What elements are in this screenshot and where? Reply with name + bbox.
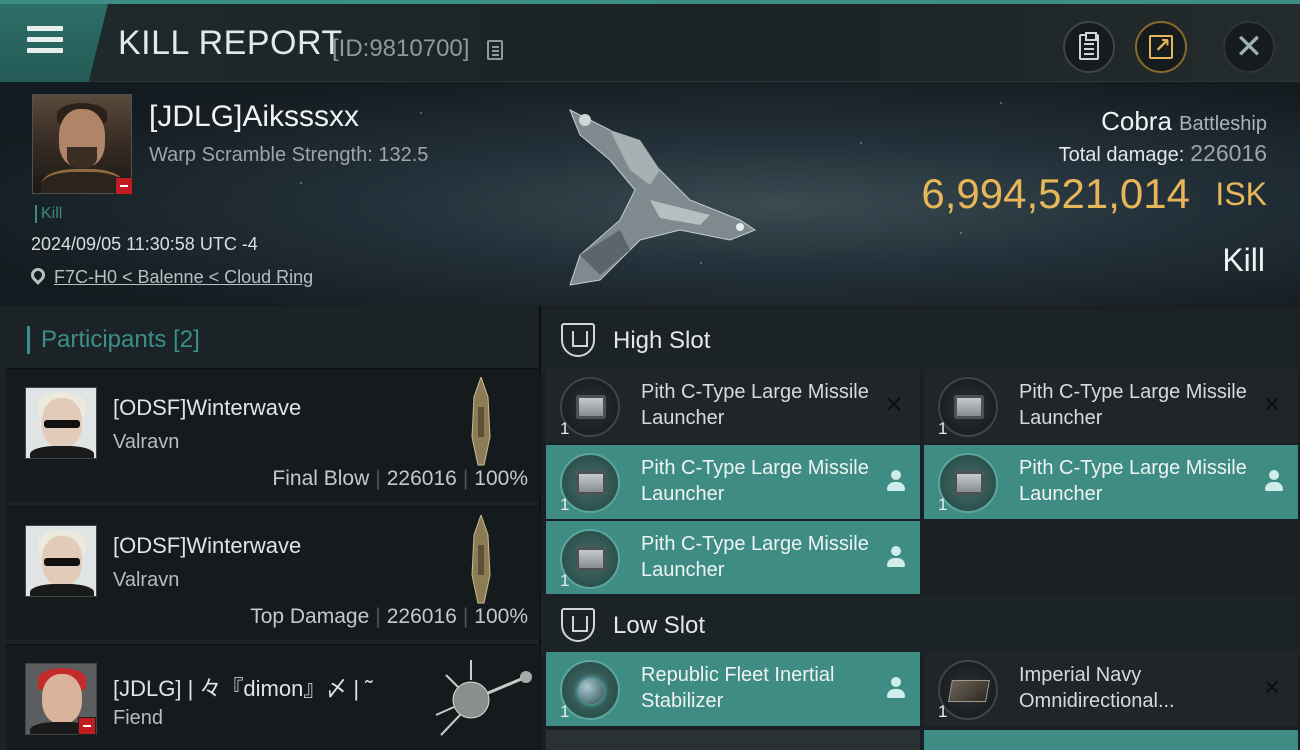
participant-name: [JDLG] | 々『dimon』〆 | ˜	[113, 676, 373, 701]
warp-scramble-strength: Warp Scramble Strength: 132.5	[149, 144, 429, 166]
module-name: Republic Fleet Inertial Stabilizer	[641, 664, 835, 712]
module-name: Pith C-Type Large Missile Launcher	[1019, 381, 1247, 429]
module-quantity: 1	[560, 419, 570, 438]
participant-percent: 100%	[474, 467, 528, 490]
location-pin-icon	[28, 265, 48, 285]
menu-icon	[27, 26, 63, 59]
kill-result: Kill	[1222, 242, 1265, 278]
module-item-partial[interactable]	[546, 730, 920, 750]
participant-percent: 100%	[474, 605, 528, 628]
share-button[interactable]	[1135, 21, 1187, 73]
participant-name: [ODSF]Winterwave	[113, 533, 302, 558]
participant-damage: 226016	[386, 605, 457, 628]
x-icon: ✕	[1262, 392, 1282, 417]
x-icon: ✕	[884, 392, 904, 417]
participant-ship-icon	[471, 515, 491, 604]
low-slot-label: Low Slot	[613, 612, 706, 639]
ship-class: Battleship	[1179, 113, 1267, 135]
menu-button[interactable]	[0, 4, 108, 82]
slot-icon	[561, 323, 595, 357]
module-item-partial[interactable]	[924, 730, 1298, 750]
module-item[interactable]: 1 Pith C-Type Large Missile Launcher ✕	[546, 369, 920, 443]
module-item[interactable]: 1 Imperial Navy Omnidirectional... ✕	[924, 652, 1298, 726]
participant-ship: Valravn	[113, 431, 180, 453]
kill-tag: Kill	[35, 205, 62, 223]
ship-type: Cobra Battleship	[1101, 106, 1267, 137]
header-bar: KILL REPORT [ID:9810700] ✕	[0, 0, 1300, 82]
module-quantity: 1	[938, 419, 948, 438]
hostile-badge-icon	[78, 717, 96, 735]
module-name: Pith C-Type Large Missile Launcher	[641, 381, 869, 429]
share-icon	[1149, 33, 1173, 59]
participant-row[interactable]: [JDLG] | 々『dimon』〆 | ˜ Fiend	[6, 644, 540, 750]
module-name: Pith C-Type Large Missile Launcher	[641, 457, 869, 505]
clipboard-icon	[1079, 32, 1099, 60]
isk-value: 6,994,521,014	[921, 170, 1190, 217]
module-item[interactable]: 1 Pith C-Type Large Missile Launcher	[546, 445, 920, 519]
participant-ship-icon	[435, 660, 532, 736]
module-item[interactable]: 1 Pith C-Type Large Missile Launcher	[924, 445, 1298, 519]
total-damage-label: Total damage:	[1058, 144, 1185, 166]
report-id: [ID:9810700]	[332, 35, 470, 62]
module-item[interactable]: 1 Pith C-Type Large Missile Launcher ✕	[924, 369, 1298, 443]
person-icon	[886, 677, 906, 699]
hostile-badge-icon	[115, 177, 133, 195]
participant-role: Final Blow	[272, 467, 370, 490]
person-icon	[886, 546, 906, 568]
fitting-panel: High Slot 1 Pith C-Type Large Missile La…	[541, 306, 1300, 750]
person-icon	[886, 470, 906, 492]
victim-banner: [JDLG]Aiksssxx Warp Scramble Strength: 1…	[0, 82, 1300, 306]
participant-ship-icon	[471, 377, 491, 466]
kill-location-link[interactable]: F7C-H0 < Balenne < Cloud Ring	[54, 267, 313, 288]
x-icon: ✕	[1262, 675, 1282, 700]
total-damage: Total damage: 226016	[1059, 140, 1267, 167]
participant-ship: Fiend	[113, 707, 164, 729]
module-name: Pith C-Type Large Missile Launcher	[641, 533, 869, 581]
module-quantity: 1	[560, 495, 570, 514]
module-name: Pith C-Type Large Missile Launcher	[1019, 457, 1247, 505]
participant-stats: Final Blow | 226016 | 100%	[272, 467, 528, 490]
high-slot-label: High Slot	[613, 327, 711, 354]
participant-damage: 226016	[386, 467, 457, 490]
close-button[interactable]: ✕	[1223, 21, 1275, 73]
close-icon: ✕	[1234, 27, 1264, 67]
participants-panel: Participants [2] [ODSF]Winterwave Valrav…	[0, 306, 540, 750]
participant-role: Top Damage	[250, 605, 370, 628]
kill-datetime: 2024/09/05 11:30:58 UTC -4	[31, 234, 258, 254]
slot-icon	[561, 608, 595, 642]
copy-icon[interactable]	[487, 40, 503, 60]
clipboard-button[interactable]	[1063, 21, 1115, 73]
module-name: Imperial Navy Omnidirectional...	[1019, 664, 1175, 712]
participant-row[interactable]: [ODSF]Winterwave Valravn Top Damage | 2260…	[6, 506, 540, 640]
isk-unit: ISK	[1215, 176, 1267, 212]
high-slot-header: High Slot	[541, 309, 1300, 371]
participant-ship: Valravn	[113, 569, 180, 591]
avatar	[25, 387, 97, 459]
participant-row[interactable]: [ODSF]Winterwave Valravn Final Blow | 2260…	[6, 368, 540, 502]
module-quantity: 1	[938, 702, 948, 721]
module-item[interactable]: 1 Republic Fleet Inertial Stabilizer	[546, 652, 920, 726]
participant-name: [ODSF]Winterwave	[113, 395, 302, 420]
module-item[interactable]: 1 Pith C-Type Large Missile Launcher	[546, 521, 920, 595]
low-slot-header: Low Slot	[541, 594, 1300, 656]
module-quantity: 1	[560, 702, 570, 721]
ship-name[interactable]: Cobra	[1101, 106, 1172, 136]
ship-render	[569, 108, 757, 286]
participants-title: Participants [2]	[27, 326, 200, 354]
participant-stats: Top Damage | 226016 | 100%	[250, 605, 528, 628]
total-damage-value: 226016	[1190, 140, 1267, 166]
page-title: KILL REPORT	[118, 24, 343, 62]
victim-name[interactable]: [JDLG]Aiksssxx	[149, 100, 359, 134]
module-quantity: 1	[938, 495, 948, 514]
person-icon	[1264, 470, 1284, 492]
avatar	[25, 525, 97, 597]
module-quantity: 1	[560, 571, 570, 590]
